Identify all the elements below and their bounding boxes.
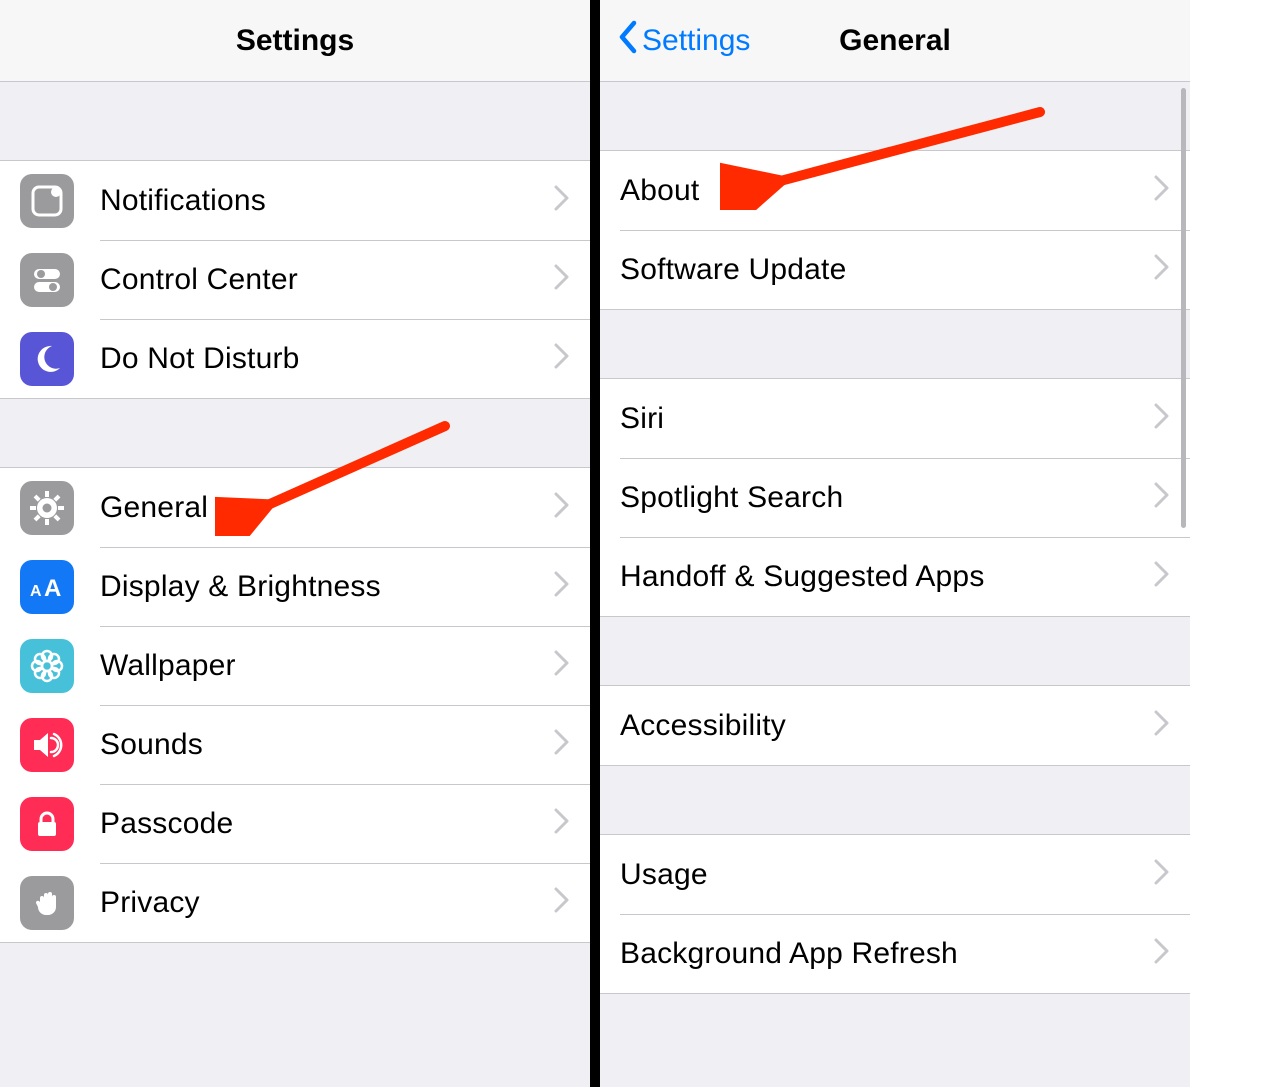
general-group: About Software Update (600, 150, 1190, 310)
text-size-icon: A A (20, 560, 74, 614)
settings-row-notifications[interactable]: Notifications (0, 161, 590, 240)
row-label: Background App Refresh (620, 937, 1154, 971)
chevron-right-icon (1154, 254, 1170, 285)
general-group: Usage Background App Refresh (600, 834, 1190, 994)
row-label: Siri (620, 402, 1154, 436)
general-row-software-update[interactable]: Software Update (600, 230, 1190, 309)
chevron-right-icon (554, 492, 570, 523)
chevron-right-icon (554, 729, 570, 760)
row-label: Do Not Disturb (100, 342, 554, 376)
row-label: Sounds (100, 728, 554, 762)
row-label: Passcode (100, 807, 554, 841)
general-pane: Settings General About Software Update S… (600, 0, 1190, 1087)
row-label: Wallpaper (100, 649, 554, 683)
navbar-general: Settings General (600, 0, 1190, 82)
pane-divider (590, 0, 600, 1087)
control-center-icon (20, 253, 74, 307)
settings-row-privacy[interactable]: Privacy (0, 863, 590, 942)
settings-row-wallpaper[interactable]: Wallpaper (0, 626, 590, 705)
hand-icon (20, 876, 74, 930)
back-label: Settings (642, 24, 750, 58)
page-title: General (839, 24, 951, 58)
notifications-icon (20, 174, 74, 228)
general-row-bg-refresh[interactable]: Background App Refresh (600, 914, 1190, 993)
row-label: Software Update (620, 253, 1154, 287)
flower-icon (20, 639, 74, 693)
speaker-icon (20, 718, 74, 772)
row-label: Control Center (100, 263, 554, 297)
chevron-right-icon (554, 808, 570, 839)
chevron-right-icon (1154, 710, 1170, 741)
general-row-accessibility[interactable]: Accessibility (600, 686, 1190, 765)
general-row-spotlight[interactable]: Spotlight Search (600, 458, 1190, 537)
chevron-right-icon (554, 887, 570, 918)
chevron-right-icon (554, 650, 570, 681)
section-gap (600, 310, 1190, 378)
settings-pane: Settings Notifications (0, 0, 590, 1087)
svg-text:A: A (30, 583, 42, 600)
general-row-siri[interactable]: Siri (600, 379, 1190, 458)
row-label: Handoff & Suggested Apps (620, 560, 1154, 594)
row-label: Display & Brightness (100, 570, 554, 604)
page-title: Settings (236, 24, 354, 58)
chevron-right-icon (1154, 482, 1170, 513)
chevron-right-icon (554, 264, 570, 295)
row-label: General (100, 491, 554, 525)
svg-text:A: A (44, 575, 61, 602)
page-gutter (1190, 0, 1280, 1087)
row-label: Notifications (100, 184, 554, 218)
chevron-left-icon (618, 20, 638, 62)
scroll-indicator[interactable] (1181, 88, 1186, 528)
back-button[interactable]: Settings (618, 0, 750, 82)
row-label: Spotlight Search (620, 481, 1154, 515)
section-gap (0, 399, 590, 467)
general-row-usage[interactable]: Usage (600, 835, 1190, 914)
settings-group: General A A Display & Brightness (0, 467, 590, 943)
moon-icon (20, 332, 74, 386)
row-label: Accessibility (620, 709, 1154, 743)
chevron-right-icon (1154, 175, 1170, 206)
section-gap (600, 766, 1190, 834)
general-row-handoff[interactable]: Handoff & Suggested Apps (600, 537, 1190, 616)
chevron-right-icon (554, 185, 570, 216)
lock-icon (20, 797, 74, 851)
settings-group: Notifications Control Center (0, 160, 590, 399)
section-gap (0, 82, 590, 92)
row-label: About (620, 174, 1154, 208)
chevron-right-icon (1154, 403, 1170, 434)
settings-row-do-not-disturb[interactable]: Do Not Disturb (0, 319, 590, 398)
settings-row-sounds[interactable]: Sounds (0, 705, 590, 784)
row-label: Privacy (100, 886, 554, 920)
chevron-right-icon (1154, 938, 1170, 969)
chevron-right-icon (554, 343, 570, 374)
settings-row-general[interactable]: General (0, 468, 590, 547)
chevron-right-icon (1154, 859, 1170, 890)
general-group: Siri Spotlight Search Handoff & Suggeste… (600, 378, 1190, 617)
navbar-settings: Settings (0, 0, 590, 82)
chevron-right-icon (554, 571, 570, 602)
settings-row-passcode[interactable]: Passcode (0, 784, 590, 863)
section-gap (600, 617, 1190, 685)
chevron-right-icon (1154, 561, 1170, 592)
general-group: Accessibility (600, 685, 1190, 766)
section-gap (600, 82, 1190, 150)
row-label: Usage (620, 858, 1154, 892)
general-row-about[interactable]: About (600, 151, 1190, 230)
gear-icon (20, 481, 74, 535)
section-gap (0, 92, 590, 160)
settings-row-control-center[interactable]: Control Center (0, 240, 590, 319)
settings-row-display-brightness[interactable]: A A Display & Brightness (0, 547, 590, 626)
